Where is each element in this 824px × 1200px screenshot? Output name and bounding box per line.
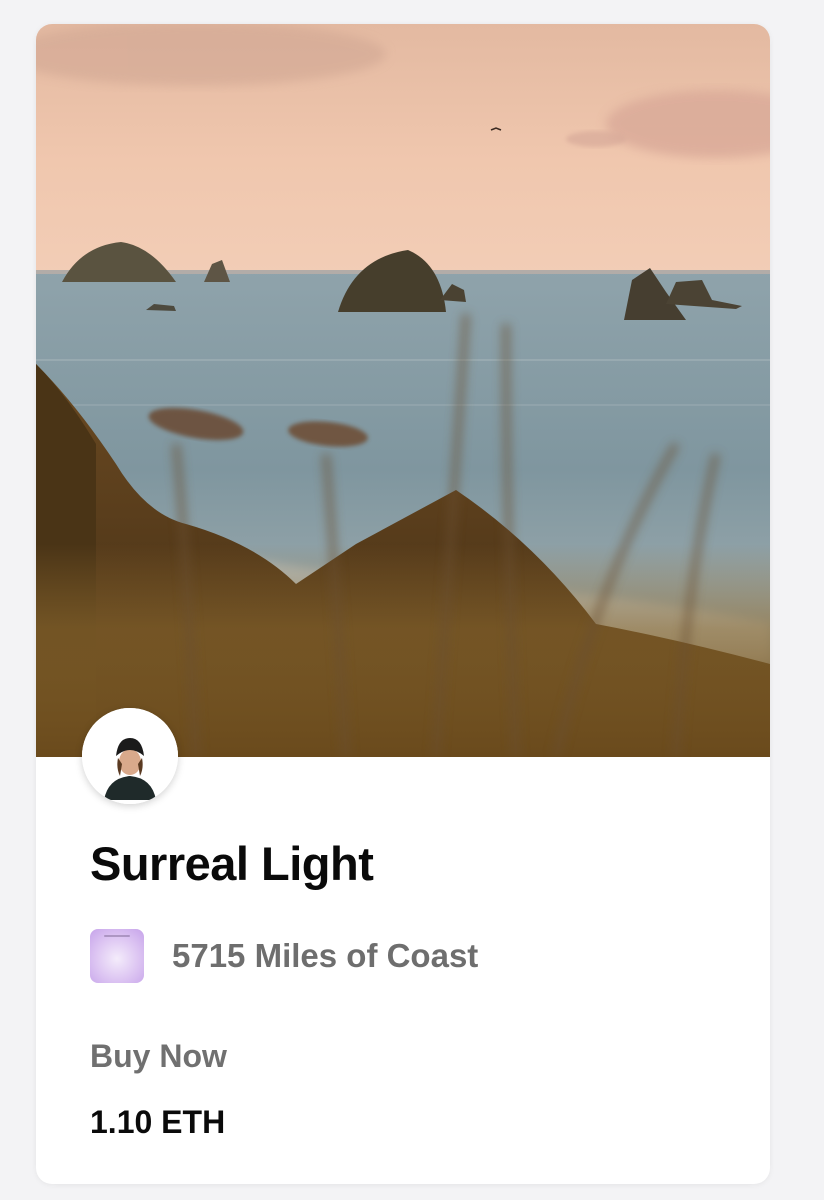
price-value: 1.10 ETH bbox=[90, 1104, 226, 1140]
buy-now-label: Buy Now bbox=[90, 1038, 227, 1074]
collection-link[interactable]: 5715 Miles of Coast bbox=[90, 928, 478, 984]
nft-card[interactable]: Surreal Light 5715 Miles of Coast Buy No… bbox=[36, 24, 770, 1184]
collection-thumbnail bbox=[90, 929, 144, 983]
artwork-title: Surreal Light bbox=[90, 837, 374, 890]
collection-name: 5715 Miles of Coast bbox=[172, 937, 479, 974]
creator-avatar-image bbox=[82, 708, 178, 804]
creator-avatar[interactable] bbox=[82, 708, 178, 804]
coastline-artwork-image[interactable] bbox=[36, 24, 770, 757]
